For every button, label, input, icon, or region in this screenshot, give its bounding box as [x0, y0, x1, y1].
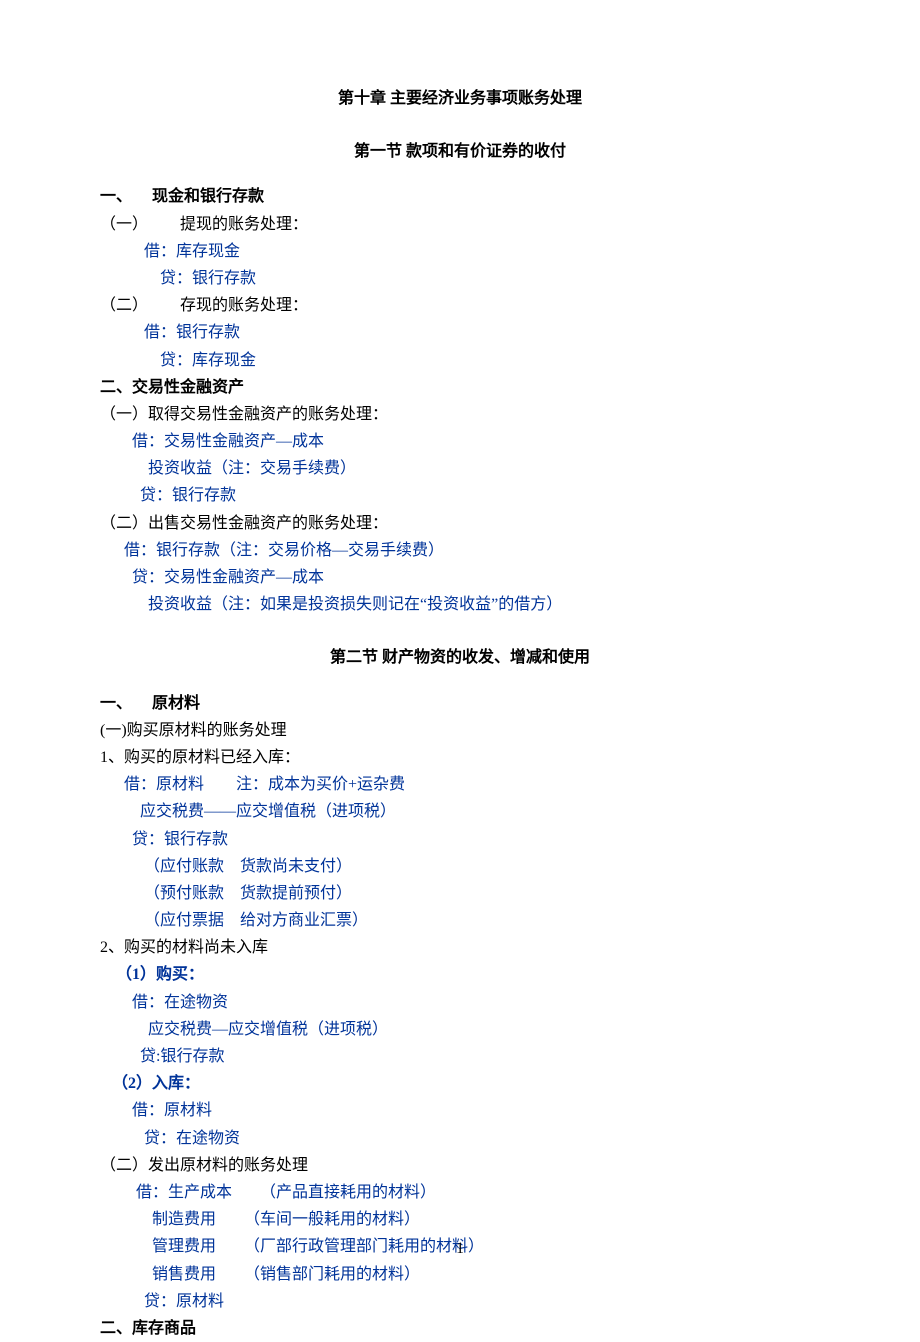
entry-debit: 借：库存现金	[100, 238, 820, 265]
entry-line: （应付账款 货款尚未支付）	[100, 853, 820, 880]
entry-line: 应交税费—应交增值税（进项税）	[100, 1016, 820, 1043]
entry-line: 销售费用 （销售部门耗用的材料）	[100, 1261, 820, 1288]
text-line: 1、购买的原材料已经入库：	[100, 744, 820, 771]
entry-line: （预付账款 货款提前预付）	[100, 880, 820, 907]
section-1-title: 第一节 款项和有价证券的收付	[100, 138, 820, 165]
text-line: （二）出售交易性金融资产的账务处理：	[100, 510, 820, 537]
text-line: （二） 存现的账务处理：	[100, 292, 820, 319]
entry-line: 投资收益（注：如果是投资损失则记在“投资收益”的借方）	[100, 591, 820, 618]
entry-debit: 借：原材料 注：成本为买价+运杂费	[100, 771, 820, 798]
entry-credit: 贷：原材料	[100, 1288, 820, 1315]
section-2-title: 第二节 财产物资的收发、增减和使用	[100, 644, 820, 671]
entry-debit: 借：在途物资	[100, 989, 820, 1016]
entry-debit: 借：银行存款	[100, 319, 820, 346]
entry-line: 投资收益（注：交易手续费）	[100, 455, 820, 482]
entry-debit: 借：生产成本 （产品直接耗用的材料）	[100, 1179, 820, 1206]
heading-inventory: 二、库存商品	[100, 1315, 820, 1342]
entry-credit: 贷：在途物资	[100, 1125, 820, 1152]
text-line: （一） 提现的账务处理：	[100, 211, 820, 238]
text-line: 2、购买的材料尚未入库	[100, 934, 820, 961]
entry-credit: 贷：交易性金融资产—成本	[100, 564, 820, 591]
entry-credit: 贷：库存现金	[100, 347, 820, 374]
heading-cash-bank: 一、 现金和银行存款	[100, 183, 820, 210]
text-line: （二）发出原材料的账务处理	[100, 1152, 820, 1179]
page-number: 1	[0, 1235, 920, 1262]
entry-credit: 贷：银行存款	[100, 482, 820, 509]
sub-heading: （1）购买：	[100, 961, 820, 988]
heading-raw-materials: 一、 原材料	[100, 690, 820, 717]
entry-credit: 贷:银行存款	[100, 1043, 820, 1070]
document-page: 第十章 主要经济业务事项账务处理 第一节 款项和有价证券的收付 一、 现金和银行…	[0, 0, 920, 1302]
entry-line: 制造费用 （车间一般耗用的材料）	[100, 1206, 820, 1233]
text-line: （一）取得交易性金融资产的账务处理：	[100, 401, 820, 428]
entry-credit: 贷：银行存款	[100, 826, 820, 853]
entry-line: （应付票据 给对方商业汇票）	[100, 907, 820, 934]
text-line: (一)购买原材料的账务处理	[100, 717, 820, 744]
sub-heading: （2）入库：	[100, 1070, 820, 1097]
entry-debit: 借：原材料	[100, 1097, 820, 1124]
chapter-title: 第十章 主要经济业务事项账务处理	[100, 85, 820, 112]
entry-line: 应交税费——应交增值税（进项税）	[100, 798, 820, 825]
entry-debit: 借：银行存款（注：交易价格—交易手续费）	[100, 537, 820, 564]
entry-debit: 借：交易性金融资产—成本	[100, 428, 820, 455]
heading-trading-assets: 二、交易性金融资产	[100, 374, 820, 401]
entry-credit: 贷：银行存款	[100, 265, 820, 292]
